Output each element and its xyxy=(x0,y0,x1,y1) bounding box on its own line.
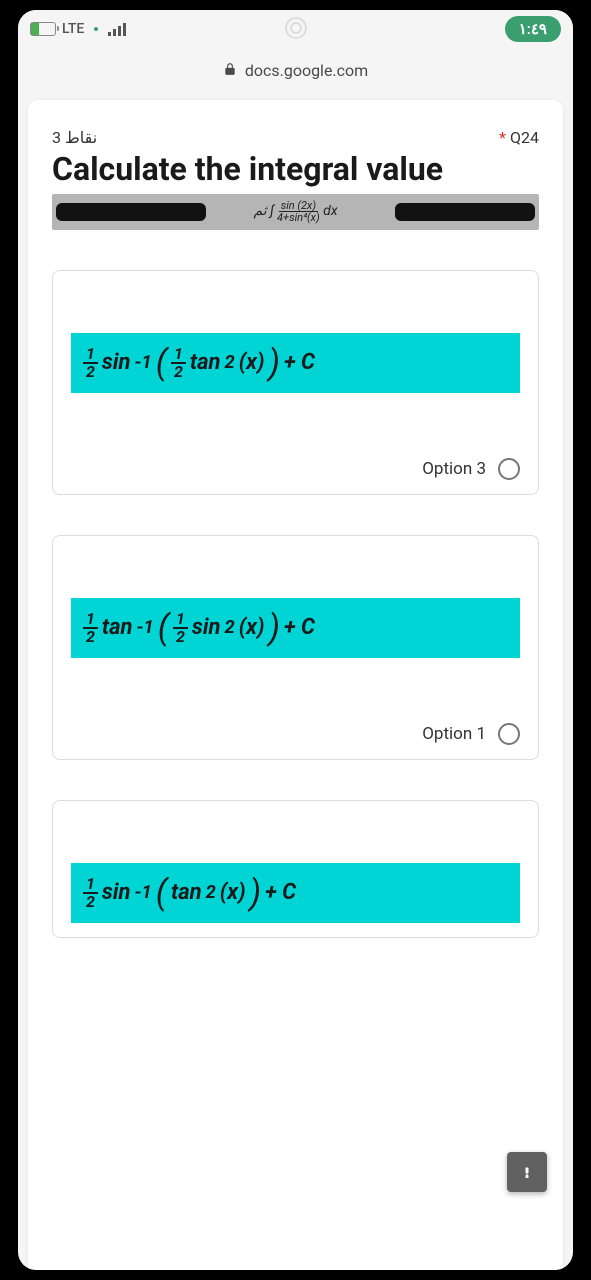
url-bar[interactable]: docs.google.com xyxy=(18,48,573,92)
device-frame: LTE ١:٤٩ docs.google.com 3 نقاط * Q24 Ca… xyxy=(18,10,573,1270)
question-number: * Q24 xyxy=(499,128,539,147)
radio-button[interactable] xyxy=(498,723,520,745)
activity-dot-icon xyxy=(94,27,98,31)
redaction-right xyxy=(395,203,535,221)
form-card: 3 نقاط * Q24 Calculate the integral valu… xyxy=(28,100,563,1270)
question-header: 3 نقاط * Q24 xyxy=(52,128,539,147)
feedback-button[interactable] xyxy=(507,1152,547,1192)
fraction-half: 1 2 xyxy=(83,346,98,380)
radio-button[interactable] xyxy=(498,458,520,480)
required-mark: * xyxy=(499,128,506,147)
option-card[interactable]: 1 2 sin-1 ( 1 2 tan2(x) ) + C Option 3 xyxy=(52,270,539,495)
signal-icon xyxy=(108,22,126,36)
redaction-left xyxy=(56,203,206,221)
lock-icon xyxy=(223,61,237,80)
option-label: Option 1 xyxy=(422,724,486,744)
question-title: Calculate the integral value xyxy=(52,151,539,188)
formula-box: 1 2 sin-1 ( tan2(x) ) + C xyxy=(71,863,520,923)
url-host: docs.google.com xyxy=(245,61,368,80)
question-subline: ثم ∫ sin (2x) 4+sin⁴(x) dx xyxy=(52,194,539,230)
fraction-half: 1 2 xyxy=(83,611,98,645)
option-card[interactable]: 1 2 tan-1 ( 1 2 sin2(x) ) + C Option 1 xyxy=(52,535,539,760)
option-label: Option 3 xyxy=(422,459,486,479)
fraction-half: 1 2 xyxy=(83,876,98,910)
option-card[interactable]: 1 2 sin-1 ( tan2(x) ) + C xyxy=(52,800,539,938)
carrier-label: LTE xyxy=(62,21,84,37)
formula-box: 1 2 sin-1 ( 1 2 tan2(x) ) + C xyxy=(71,333,520,393)
exclamation-icon xyxy=(518,1163,536,1181)
option-row: Option 1 xyxy=(71,723,520,745)
integral-expression: ثم ∫ sin (2x) 4+sin⁴(x) dx xyxy=(253,200,337,223)
option-row: Option 3 xyxy=(71,458,520,480)
status-left: LTE xyxy=(30,21,126,37)
battery-icon xyxy=(30,22,56,36)
formula-box: 1 2 tan-1 ( 1 2 sin2(x) ) + C xyxy=(71,598,520,658)
points-label: 3 نقاط xyxy=(52,128,97,147)
clock-pill: ١:٤٩ xyxy=(505,16,561,42)
